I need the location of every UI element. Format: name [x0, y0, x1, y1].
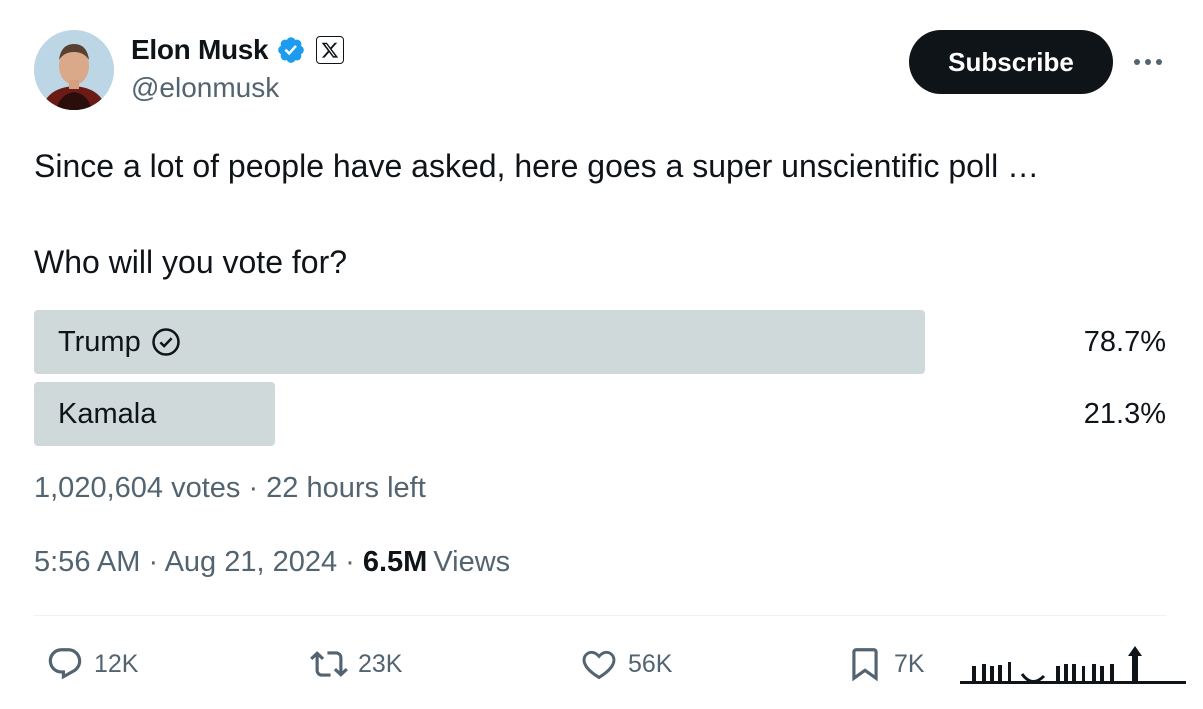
poll-option-percent: 78.7%: [1083, 325, 1166, 358]
bookmark-button[interactable]: 7K: [846, 640, 925, 688]
poll-option-label: Trump: [58, 325, 141, 358]
poll-option-trump[interactable]: Trump 78.7%: [34, 310, 1166, 374]
poll: Trump 78.7% Kamala 21.3%: [34, 310, 1166, 454]
more-horizontal-icon[interactable]: [1130, 44, 1166, 80]
poll-option-label-row: Trump: [58, 310, 181, 374]
views-label: Views: [433, 546, 511, 578]
poll-question: Who will you vote for?: [34, 244, 348, 280]
watermark-logo: [960, 646, 1186, 684]
avatar[interactable]: [34, 30, 114, 110]
views-count: 6.5M: [362, 546, 428, 578]
reply-count: 12K: [94, 649, 139, 678]
reply-button[interactable]: 12K: [46, 640, 138, 688]
author-display-name[interactable]: Elon Musk: [131, 34, 269, 66]
poll-option-kamala[interactable]: Kamala 21.3%: [34, 382, 1166, 446]
reply-icon: [48, 648, 82, 680]
repost-button[interactable]: 23K: [310, 640, 402, 688]
poll-option-percent: 21.3%: [1083, 397, 1166, 430]
repost-icon: [310, 651, 348, 677]
tweet-text: Since a lot of people have asked, here g…: [34, 148, 1040, 184]
x-logo-icon: [316, 36, 345, 64]
avatar-image: [34, 30, 114, 110]
timestamp-row: 5:56 AM · Aug 21, 2024 · 6.5M Views: [34, 546, 510, 579]
timestamp[interactable]: 5:56 AM · Aug 21, 2024 ·: [34, 546, 355, 579]
like-button[interactable]: 56K: [580, 640, 672, 688]
author-handle[interactable]: @elonmusk: [131, 72, 279, 104]
heart-icon: [582, 650, 616, 680]
check-circle-icon: [151, 328, 180, 356]
subscribe-button[interactable]: Subscribe: [909, 30, 1113, 94]
poll-meta: 1,020,604 votes · 22 hours left: [34, 472, 426, 504]
like-count: 56K: [628, 649, 673, 678]
bookmark-count: 7K: [894, 649, 925, 678]
poll-option-label-row: Kamala: [58, 382, 156, 446]
verified-checkmark-icon[interactable]: [276, 35, 306, 65]
poll-option-label: Kamala: [58, 397, 157, 430]
repost-count: 23K: [358, 649, 403, 678]
author-name-row: Elon Musk: [131, 33, 345, 67]
divider: [34, 615, 1166, 616]
bookmark-icon: [852, 648, 878, 682]
